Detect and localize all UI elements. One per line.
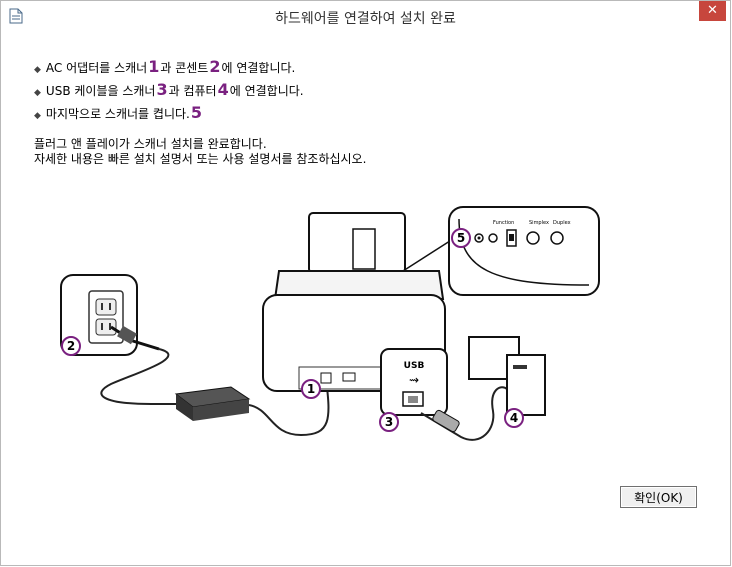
step-text: 에 연결합니다. [229, 84, 304, 98]
instruction-list: ◆ AC 어댑터를 스캐너 1 과 콘센트 2 에 연결합니다. ◆ USB 케… [34, 57, 304, 126]
step-number: 1 [148, 57, 160, 76]
step-item: ◆ AC 어댑터를 스캐너 1 과 콘센트 2 에 연결합니다. [34, 57, 304, 80]
info-note: 플러그 앤 플레이가 스캐너 설치를 완료합니다. 자세한 내용은 빠른 설치 … [34, 137, 366, 167]
step-text: 과 콘센트 [160, 61, 209, 75]
step-item: ◆ USB 케이블을 스캐너 3 과 컴퓨터 4 에 연결합니다. [34, 80, 304, 103]
callout-1: 1 [307, 382, 315, 396]
step-text: 마지막으로 스캐너를 켭니다. [45, 107, 190, 121]
connection-diagram: USB ⇝ Function Simplex Duplex 1 2 3 4 5 [60, 206, 600, 441]
step-number: 3 [156, 80, 168, 99]
step-text: 에 연결합니다. [221, 61, 296, 75]
step-text: AC 어댑터를 스캐너 [45, 61, 148, 75]
panel-label-simplex: Simplex [529, 220, 549, 226]
callout-5: 5 [457, 231, 465, 245]
callout-4: 4 [510, 411, 518, 425]
callout-2: 2 [67, 339, 75, 353]
bullet-icon: ◆ [34, 111, 41, 121]
step-number: 5 [190, 103, 202, 122]
step-text: USB 케이블을 스캐너 [45, 84, 156, 98]
note-line: 자세한 내용은 빠른 설치 설명서 또는 사용 설명서를 참조하십시오. [34, 152, 367, 166]
panel-label-function: Function [493, 220, 514, 226]
step-text: 과 컴퓨터 [168, 84, 217, 98]
bullet-icon: ◆ [34, 65, 41, 75]
computer [468, 336, 546, 416]
close-button[interactable]: ✕ [699, 1, 726, 21]
panel-label-duplex: Duplex [553, 220, 571, 226]
power-adapter [174, 386, 251, 421]
step-item: ◆ 마지막으로 스캐너를 켭니다. 5 [34, 103, 304, 126]
bullet-icon: ◆ [34, 88, 41, 98]
callout-3: 3 [385, 415, 393, 429]
step-number: 4 [217, 80, 229, 99]
step-number: 2 [209, 57, 221, 76]
note-line: 플러그 앤 플레이가 스캐너 설치를 완료합니다. [34, 137, 267, 151]
title-bar: 하드웨어를 연결하여 설치 완료 ✕ [1, 1, 730, 31]
window-title: 하드웨어를 연결하여 설치 완료 [275, 11, 456, 27]
svg-text:⇝: ⇝ [409, 373, 419, 387]
setup-dialog: 하드웨어를 연결하여 설치 완료 ✕ ◆ AC 어댑터를 스캐너 1 과 콘센트… [0, 0, 731, 566]
usb-port-inset: USB ⇝ [380, 348, 448, 416]
usb-label: USB [404, 361, 425, 371]
ok-button[interactable]: 확인(OK) [620, 486, 697, 508]
